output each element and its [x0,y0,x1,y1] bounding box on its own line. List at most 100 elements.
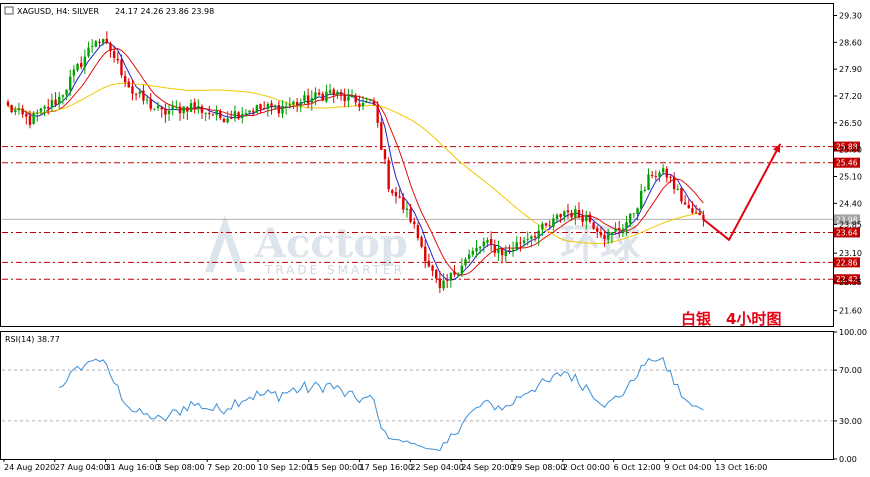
candle-body [292,101,295,105]
candle-body [680,187,683,202]
candle-body [661,168,665,173]
candle-body [131,86,134,94]
candle-body [273,105,277,108]
candle-body [614,228,617,232]
candle-body [409,208,412,222]
candle-body [325,91,328,102]
candle-body [694,212,698,214]
candle-body [464,259,467,266]
candle-body [145,99,149,101]
candle-body [453,271,456,275]
candle-body [654,176,658,177]
time-tick-label: 15 Sep 00:00 [309,463,362,472]
candle-body [570,212,573,218]
candle-body [222,118,226,122]
candle-body [489,238,493,245]
candle [387,157,390,193]
candle-body [438,278,442,288]
candle-body [592,222,595,229]
candle-body [189,103,193,112]
candle-body [299,101,302,106]
candle-body [456,273,460,276]
candle-body [211,114,215,116]
candle-body [6,101,10,106]
candle-body [383,149,387,160]
main-panel-frame [0,3,834,327]
candle-body [270,103,273,107]
candle-body [369,100,372,102]
candle-body [541,223,544,230]
candle-body [83,56,87,68]
candle-body [54,99,57,105]
candle-body [603,234,606,239]
candle-body [109,43,112,51]
candle [420,235,423,249]
candle-body [698,212,701,216]
candle-body [208,112,211,114]
candle-body [226,118,229,123]
candle-body [314,92,317,100]
candle [380,117,383,150]
candle-body [380,122,383,150]
candle-body [416,225,420,238]
candle-body [69,76,72,91]
time-tick-label: 24 Aug 2020 [4,463,55,472]
candle-body [153,108,156,110]
candle-body [596,228,599,232]
candle-body [607,234,610,240]
candle-body [134,94,138,96]
price-tick-label: 23.85 [839,220,862,229]
candle-body [621,228,625,230]
rsi-tick-label: 70.00 [839,366,862,375]
chart-annotation: 白银 4小时图 [681,310,781,328]
candle-body [636,208,639,214]
candle-body [431,265,434,271]
candle-body [650,175,654,177]
candle-body [47,106,50,109]
candle-body [625,222,628,229]
candle-body [43,106,46,109]
candle-body [339,92,343,95]
candle-body [566,210,570,213]
candle-body [17,108,21,110]
rsi-tick-label: 100.00 [839,328,867,337]
candle-body [632,213,636,215]
candle-body [449,272,453,281]
candle-body [61,95,65,97]
candle-body [230,118,233,120]
candle-body [50,100,54,108]
time-tick-label: 7 Sep 20:00 [207,463,255,472]
candle-body [120,59,123,76]
price-tick-label: 27.90 [839,65,862,74]
candle-body [497,249,500,253]
candle-body [87,47,90,57]
candle-body [504,251,507,256]
candle-body [581,215,584,222]
candle-body [90,46,94,47]
candle-body [702,214,705,220]
watermark-brand: Acctop [254,220,408,267]
candle-body [446,279,449,281]
candle-body [123,75,127,83]
price-tick-label: 28.60 [839,38,862,47]
candle-body [639,190,643,209]
candle-body [164,108,167,115]
candle-body [511,249,515,252]
candle-body [142,90,145,101]
candle-body [197,106,200,108]
candle-body [233,111,237,119]
candle-body [149,99,152,109]
rsi-title: RSI(14) 38.77 [5,335,60,344]
candle-body [343,94,346,102]
candle-body [563,211,566,217]
candle-body [398,196,401,198]
candle-body [424,246,427,262]
candle-body [186,107,189,112]
candle-body [658,172,661,177]
candle-body [544,223,548,226]
candle-body [610,232,614,236]
candle-body [303,95,306,101]
candle-body [522,240,526,244]
candle-body [156,106,160,108]
candle-body [175,106,178,108]
